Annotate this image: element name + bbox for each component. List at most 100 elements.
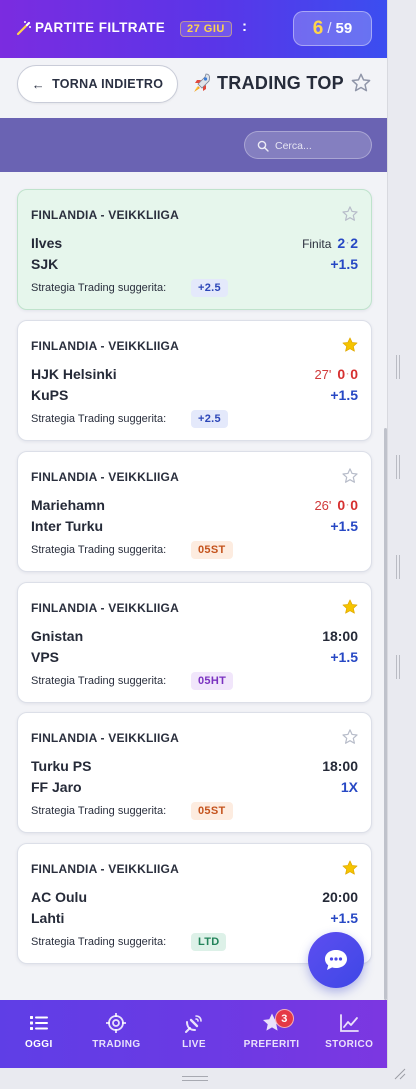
rocket-icon [194, 73, 210, 92]
search-input[interactable] [275, 136, 365, 155]
league-name: FINLANDIA - VEIKKLIIGA [31, 339, 179, 353]
odds-value: +1.5 [330, 649, 358, 665]
match-status: 27' 0·0 [314, 366, 358, 382]
nav-label: TRADING [92, 1039, 141, 1050]
back-button[interactable]: ← TORNA INDIETRO [17, 65, 178, 103]
odds-value: +1.5 [330, 518, 358, 534]
league-name: FINLANDIA - VEIKKLIIGA [31, 470, 179, 484]
star-outline-icon[interactable] [341, 467, 359, 485]
match-card[interactable]: FINLANDIA - VEIKKLIIGA HJK Helsinki KuPS… [17, 320, 372, 441]
strategy-label: Strategia Trading suggerita: [31, 282, 167, 294]
nav-tab-oggi[interactable]: OGGI [0, 1000, 78, 1068]
score-separator: · [346, 500, 350, 510]
league-name: FINLANDIA - VEIKKLIIGA [31, 862, 179, 876]
split-handle[interactable] [396, 455, 400, 479]
counter-current: 6 [312, 17, 324, 39]
top-header: PARTITE FILTRATE 27 GIU : 6 / 59 [0, 0, 387, 58]
arrow-left-icon: ← [31, 76, 46, 92]
match-minute: 27' [314, 367, 332, 382]
nav-label: PREFERITI [243, 1039, 300, 1050]
odds-value: +1.5 [330, 387, 358, 403]
away-team: Lahti [31, 910, 65, 926]
match-list[interactable]: FINLANDIA - VEIKKLIIGA Ilves SJK Finita … [0, 172, 387, 1000]
counter-total: 59 [335, 20, 353, 37]
match-status: 18:00 [322, 758, 358, 774]
status-text: Finita [302, 237, 332, 251]
star-filled-icon[interactable] [341, 336, 359, 354]
league-name: FINLANDIA - VEIKKLIIGA [31, 208, 179, 222]
strategy-badge: 05HT [191, 672, 234, 690]
strategy-badge: +2.5 [191, 279, 228, 297]
strategy-label: Strategia Trading suggerita: [31, 544, 167, 556]
search-icon [257, 140, 269, 152]
league-name: FINLANDIA - VEIKKLIIGA [31, 731, 179, 745]
list-icon [29, 1016, 48, 1030]
match-counter: 6 / 59 [293, 11, 372, 46]
score-home: 2 [337, 235, 346, 251]
score-separator: · [346, 369, 350, 379]
split-handle[interactable] [396, 555, 400, 579]
chat-bubble-icon [325, 950, 347, 970]
score-away: 0 [350, 366, 358, 382]
chart-line-icon [340, 1014, 360, 1032]
back-button-label: TORNA INDIETRO [52, 77, 164, 91]
nav-tab-preferiti[interactable]: 3 PREFERITI [233, 1000, 311, 1068]
match-card[interactable]: FINLANDIA - VEIKKLIIGA Mariehamn Inter T… [17, 451, 372, 572]
star-outline-icon[interactable] [350, 72, 372, 94]
live-score: 0·0 [337, 497, 358, 513]
away-team: VPS [31, 649, 60, 665]
home-team: Gnistan [31, 628, 84, 644]
star-outline-icon[interactable] [341, 728, 359, 746]
date-badge: 27 GIU [180, 21, 232, 37]
odds-value: +1.5 [330, 256, 358, 272]
strategy-label: Strategia Trading suggerita: [31, 936, 167, 948]
star-filled-icon[interactable] [341, 598, 359, 616]
odds-value: 1X [340, 779, 358, 795]
match-card[interactable]: FINLANDIA - VEIKKLIIGA Ilves SJK Finita … [17, 189, 372, 310]
away-team: Inter Turku [31, 518, 104, 534]
split-handle[interactable] [396, 355, 400, 379]
nav-tab-trading[interactable]: TRADING [78, 1000, 156, 1068]
search-box[interactable] [244, 131, 372, 159]
bottom-nav: OGGI TRADING LIVE 3 PREFERITI STORICO [0, 1000, 387, 1068]
league-name: FINLANDIA - VEIKKLIIGA [31, 601, 179, 615]
strategy-badge: 05ST [191, 541, 233, 559]
app-window: PARTITE FILTRATE 27 GIU : 6 / 59 ← TORNA… [0, 0, 388, 1068]
match-card[interactable]: FINLANDIA - VEIKKLIIGA Gnistan VPS 18:00… [17, 582, 372, 703]
nav-label: LIVE [182, 1039, 206, 1050]
match-minute: 26' [314, 498, 332, 513]
favorites-count-badge: 3 [274, 1009, 294, 1028]
score: 2·2 [337, 235, 358, 251]
match-card[interactable]: FINLANDIA - VEIKKLIIGA Turku PS FF Jaro … [17, 712, 372, 833]
home-team: Ilves [31, 235, 63, 251]
page-title: TRADING TOP [192, 72, 344, 94]
away-team: KuPS [31, 387, 69, 403]
bottom-drag-handle[interactable] [182, 1076, 208, 1081]
strategy-badge: 05ST [191, 802, 233, 820]
score-away: 2 [350, 235, 358, 251]
nav-label: OGGI [24, 1039, 53, 1050]
star-outline-icon[interactable] [341, 205, 359, 223]
away-team: FF Jaro [31, 779, 82, 795]
strategy-label: Strategia Trading suggerita: [31, 675, 167, 687]
strategy-badge: +2.5 [191, 410, 228, 428]
nav-tab-live[interactable]: LIVE [155, 1000, 233, 1068]
scrollbar[interactable] [384, 428, 387, 1000]
resize-grip-icon[interactable] [392, 1066, 406, 1080]
match-status: 26' 0·0 [314, 497, 358, 513]
target-icon [106, 1013, 127, 1033]
live-score: 0·0 [337, 366, 358, 382]
counter-separator: / [327, 20, 332, 37]
score-separator: · [346, 238, 350, 248]
kickoff-time: 18:00 [322, 628, 358, 644]
strategy-label: Strategia Trading suggerita: [31, 805, 167, 817]
page-title-text: TRADING TOP [217, 72, 344, 93]
match-status: 18:00 [322, 628, 358, 644]
split-handle[interactable] [396, 655, 400, 679]
nav-label: STORICO [325, 1039, 374, 1050]
nav-tab-storico[interactable]: STORICO [310, 1000, 387, 1068]
home-team: Turku PS [31, 758, 92, 774]
kickoff-time: 18:00 [322, 758, 358, 774]
star-filled-icon[interactable] [341, 859, 359, 877]
chat-button[interactable] [308, 932, 364, 988]
